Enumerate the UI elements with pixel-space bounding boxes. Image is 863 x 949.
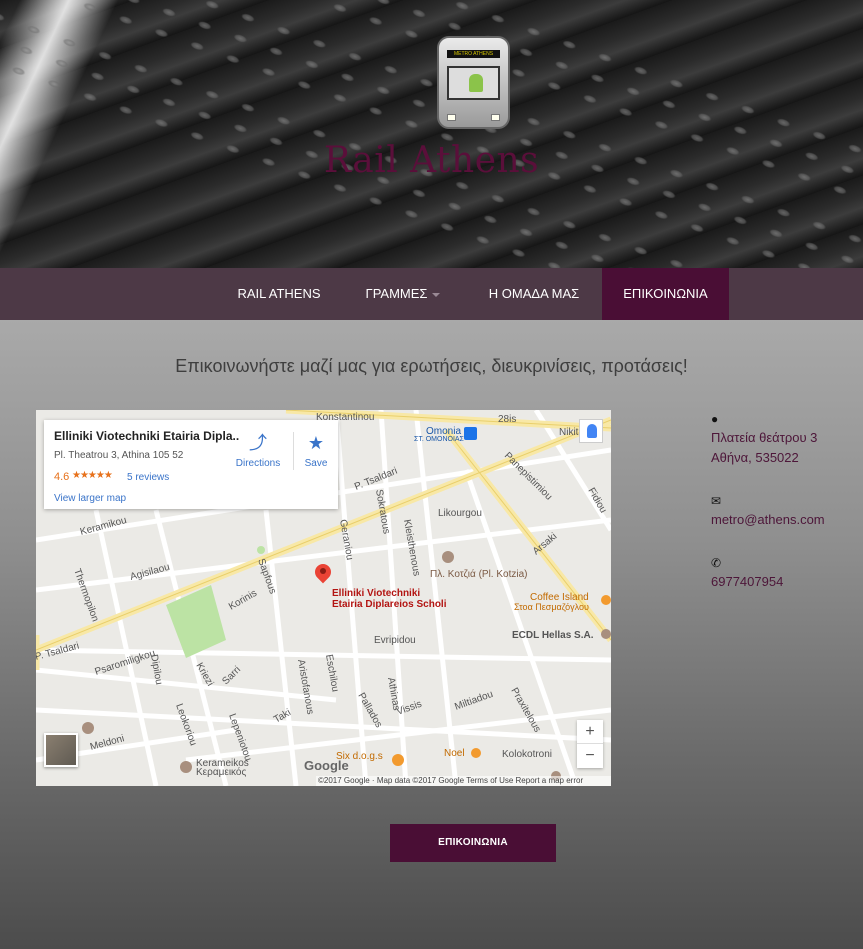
card-divider [293, 432, 294, 470]
metro-train-logo[interactable]: METRO ATHENS [437, 36, 510, 129]
map-label: Πλ. Κοτζιά (Pl. Kotzia) [430, 568, 527, 580]
headlight-left [447, 114, 456, 121]
contact-phone: ✆ 6977407954 [711, 556, 851, 592]
address-line: Πλατεία θεάτρου 3 [711, 430, 818, 445]
map-label: Noel [444, 748, 465, 759]
save-label: Save [304, 458, 328, 469]
star-icon: ★ [307, 433, 325, 453]
android-icon [469, 74, 483, 92]
place-info-card: Elliniki Viotechniki Etairia Dipla.. Pl.… [44, 420, 338, 509]
zoom-in-button[interactable]: + [577, 720, 603, 744]
map-marker-icon: ● [711, 412, 719, 426]
street-view-pegman-icon[interactable] [579, 419, 603, 443]
pin-label-line: Elliniki Viotechniki [332, 588, 421, 599]
main-navigation: RAIL ATHENS ΓΡΑΜΜΕΣ Η ΟΜΑΔΑ ΜΑΣ ΕΠΙΚΟΙΝΩ… [0, 268, 863, 320]
map-label: Evripidou [374, 635, 416, 646]
directions-button[interactable]: ⤴ Directions [234, 434, 282, 469]
contact-section: Επικοινωνήστε μαζί μας για ερωτήσεις, δι… [0, 320, 863, 949]
address-line: Αθήνα, 535022 [711, 450, 799, 465]
phone-number[interactable]: 6977407954 [711, 572, 851, 592]
nav-contact[interactable]: ΕΠΙΚΟΙΝΩΝΙΑ [602, 268, 729, 320]
directions-icon: ⤴ [249, 433, 267, 453]
place-name: Elliniki Viotechniki Etairia Dipla.. [54, 429, 240, 443]
site-title[interactable]: Rail Athens [0, 140, 863, 181]
google-map[interactable]: Konstantinou Omonia ΣΤ. ΟΜΟΝΟΙΑΣ 28is Ni… [36, 410, 611, 786]
save-button[interactable]: ★ Save [301, 434, 331, 469]
map-label: Στοα Πεσμαζόγλου [514, 602, 589, 612]
map-label: Kolokotroni [502, 749, 552, 760]
logo-window [447, 66, 500, 100]
headlight-right [491, 114, 500, 121]
nav-label: RAIL ATHENS [237, 286, 321, 301]
place-marker-label: Elliniki Viotechniki Etairia Diplareios … [332, 588, 446, 610]
map-label: ΣΤ. ΟΜΟΝΟΙΑΣ [414, 436, 465, 443]
contact-address: ● Πλατεία θεάτρου 3 Αθήνα, 535022 [711, 412, 851, 468]
nav-label: ΓΡΑΜΜΕΣ [365, 286, 428, 301]
map-attribution[interactable]: ©2017 Google · Map data ©2017 Google Ter… [316, 776, 611, 786]
phone-icon: ✆ [711, 556, 722, 570]
place-rating: 4.6 [54, 471, 70, 483]
caret-down-icon [432, 292, 441, 297]
rating-stars-icon: ★★★★★ [72, 470, 113, 481]
satellite-toggle[interactable] [44, 733, 78, 767]
reviews-link[interactable]: 5 reviews [127, 472, 169, 483]
email-link[interactable]: metro@athens.com [711, 510, 851, 530]
pin-label-line: Etairia Diplareios Scholi [332, 599, 447, 610]
contact-tagline: Επικοινωνήστε μαζί μας για ερωτήσεις, δι… [175, 356, 688, 376]
nav-label: Η ΟΜΑΔΑ ΜΑΣ [488, 286, 580, 301]
zoom-out-button[interactable]: − [577, 744, 603, 768]
map-label: ECDL Hellas S.A. [512, 630, 594, 641]
map-label: Likourgou [438, 508, 482, 519]
map-label: 28is [498, 414, 516, 425]
nav-rail-athens[interactable]: RAIL ATHENS [218, 268, 340, 320]
place-marker-dot [320, 568, 326, 574]
view-larger-map-link[interactable]: View larger map [54, 493, 126, 504]
logo-sign: METRO ATHENS [447, 50, 500, 58]
google-logo[interactable]: Google [304, 758, 349, 773]
contact-email: ✉ metro@athens.com [711, 494, 851, 530]
nav-label: ΕΠΙΚΟΙΝΩΝΙΑ [623, 286, 708, 301]
contact-button[interactable]: ΕΠΙΚΟΙΝΩΝΙΑ [390, 824, 556, 862]
envelope-icon: ✉ [711, 494, 722, 508]
directions-label: Directions [235, 458, 281, 469]
place-address: Pl. Theatrou 3, Athina 105 52 [54, 450, 184, 461]
map-label: Kerameikos [196, 758, 249, 769]
hero-banner: METRO ATHENS Rail Athens [0, 0, 863, 268]
nav-lines[interactable]: ΓΡΑΜΜΕΣ [344, 268, 462, 320]
nav-our-team[interactable]: Η ΟΜΑΔΑ ΜΑΣ [466, 268, 602, 320]
zoom-controls: + − [577, 720, 603, 768]
